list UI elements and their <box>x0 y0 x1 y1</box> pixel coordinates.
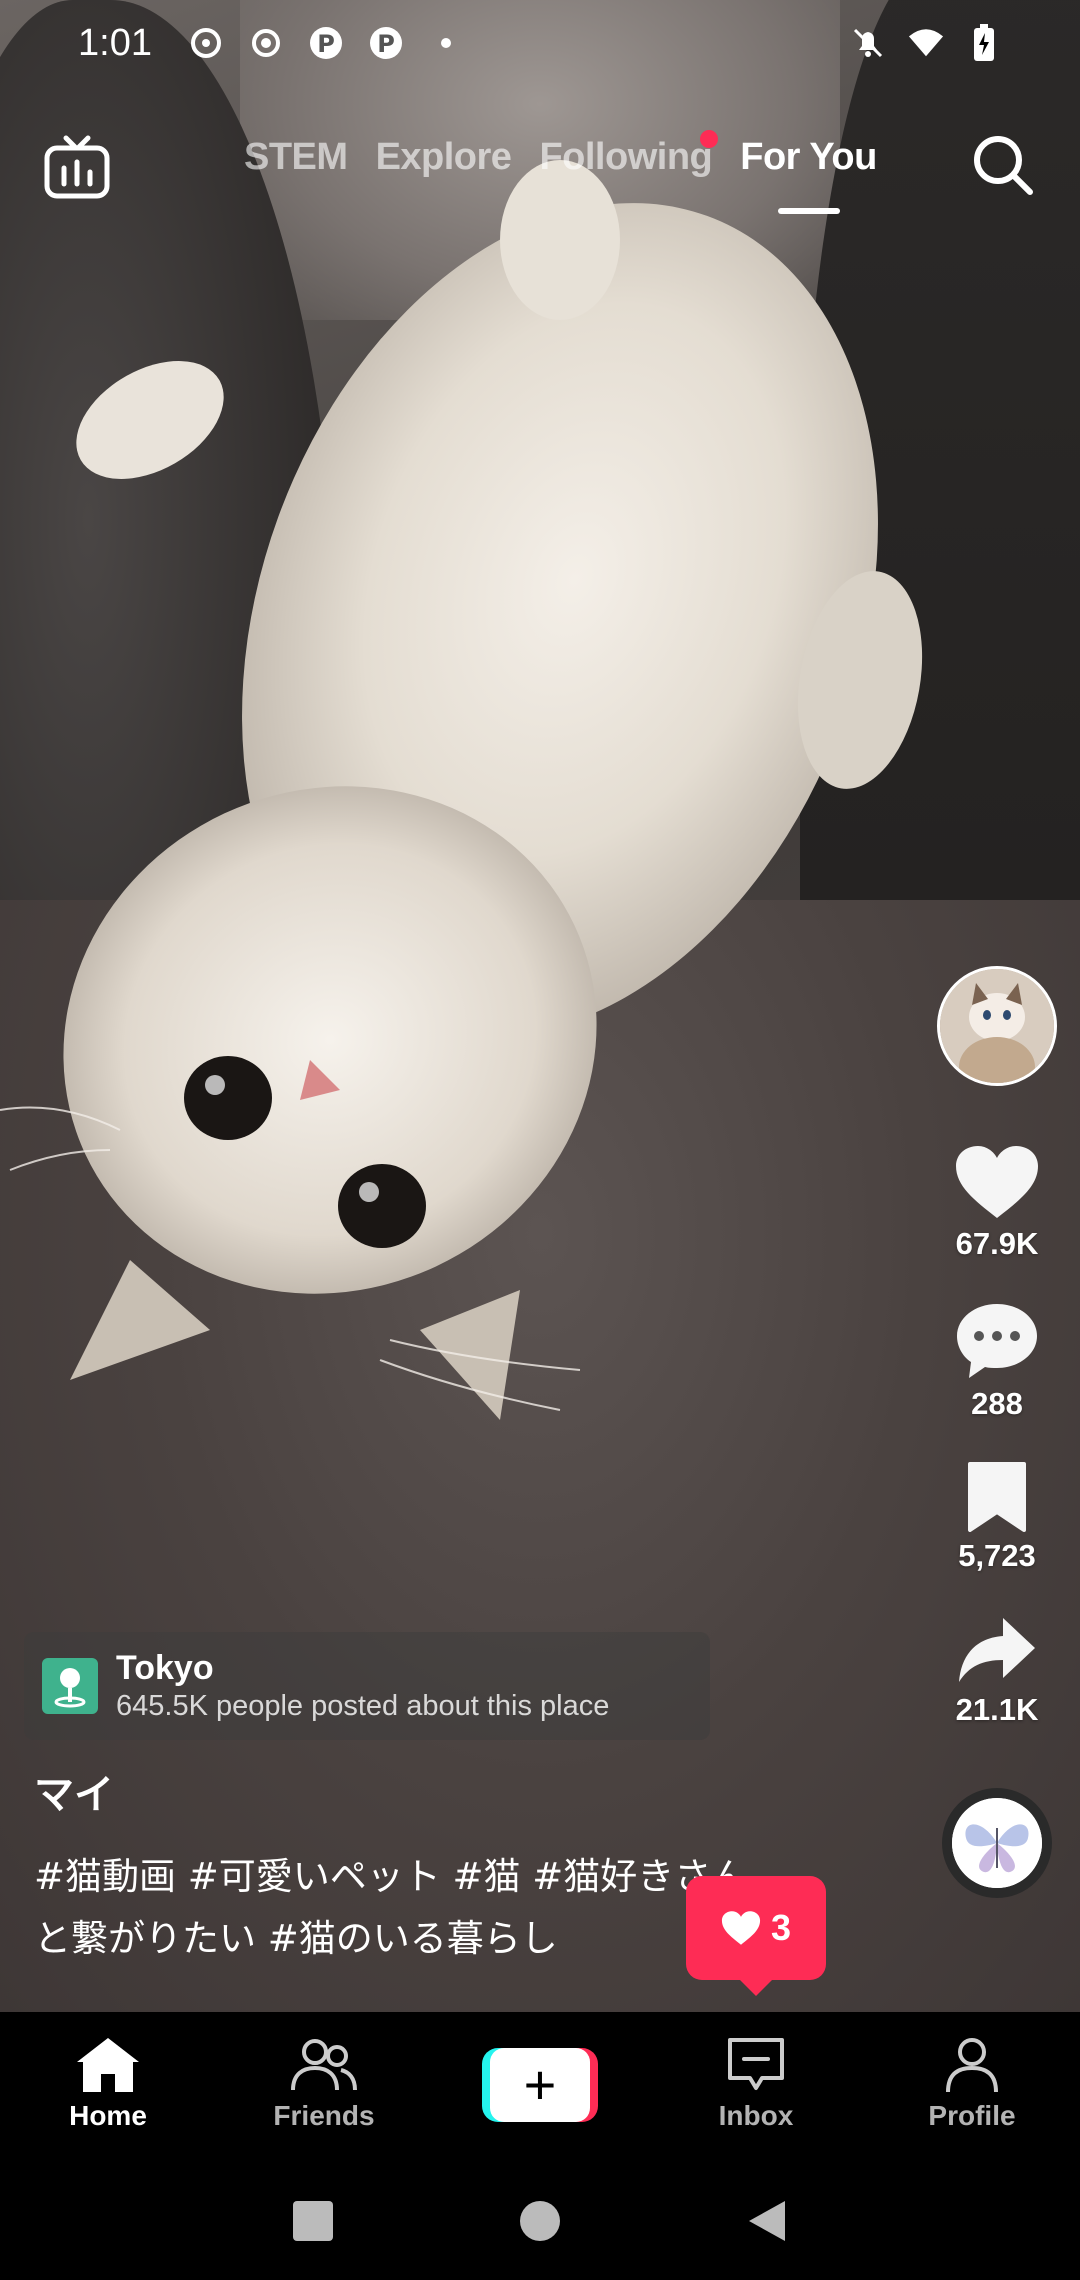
nav-profile[interactable]: Profile <box>864 2012 1080 2162</box>
location-subtitle: 645.5K people posted about this place <box>116 1690 610 1722</box>
threads-icon <box>188 25 224 61</box>
tab-stem[interactable]: STEM <box>244 136 348 179</box>
nav-home-label: Home <box>69 2100 147 2131</box>
tab-for-you[interactable]: For You <box>740 136 877 179</box>
save-button[interactable]: 5,723 <box>958 1460 1036 1574</box>
search-icon <box>974 136 1033 195</box>
comment-icon <box>957 1304 1037 1378</box>
create-button[interactable]: + <box>482 2048 598 2122</box>
recents-button[interactable] <box>291 2199 335 2243</box>
nav-create[interactable]: + <box>432 2012 648 2162</box>
feed-tabs: STEM Explore Following For You <box>244 130 877 179</box>
notification-dot <box>700 130 719 148</box>
heart-icon <box>956 1146 1038 1218</box>
save-count: 5,723 <box>958 1538 1036 1573</box>
nav-friends-label: Friends <box>273 2100 375 2131</box>
home-icon <box>77 2038 139 2092</box>
status-time: 1:01 <box>78 21 152 64</box>
share-icon <box>958 1618 1035 1682</box>
wifi-icon <box>908 25 944 61</box>
system-navigation-bar <box>0 2162 1080 2280</box>
pinterest-icon: P <box>368 25 404 61</box>
tv-icon <box>44 135 110 199</box>
inbox-icon <box>728 2038 784 2090</box>
back-button[interactable] <box>745 2199 789 2243</box>
status-bar: 1:01 P P <box>0 0 1080 86</box>
profile-icon <box>946 2038 998 2093</box>
nav-inbox[interactable]: Inbox <box>648 2012 864 2162</box>
pinterest-icon: P <box>308 25 344 61</box>
butterfly-icon <box>952 1798 1042 1888</box>
dot-icon <box>428 25 464 61</box>
bookmark-icon <box>967 1462 1026 1532</box>
like-notification-bubble[interactable]: 3 <box>686 1876 826 1980</box>
live-tv-button[interactable] <box>42 132 112 202</box>
cat-avatar-image <box>940 969 1054 1083</box>
comment-count: 288 <box>971 1386 1023 1421</box>
author-name[interactable]: マイ <box>34 1762 114 1820</box>
location-card[interactable]: Tokyo 645.5K people posted about this pl… <box>24 1632 710 1740</box>
like-button[interactable]: 67.9K <box>954 1144 1040 1262</box>
tab-following-label: Following <box>539 136 713 178</box>
location-name: Tokyo <box>116 1649 214 1687</box>
nav-home[interactable]: Home <box>0 2012 216 2162</box>
nav-inbox-label: Inbox <box>718 2100 794 2131</box>
like-notification-count: 3 <box>770 1907 792 1948</box>
search-button[interactable] <box>968 130 1038 200</box>
top-navigation: STEM Explore Following For You <box>0 120 1080 230</box>
share-count: 21.1K <box>955 1692 1039 1727</box>
friends-icon <box>291 2039 357 2091</box>
share-button[interactable]: 21.1K <box>955 1614 1039 1728</box>
sound-disc[interactable] <box>942 1788 1052 1898</box>
like-count: 67.9K <box>955 1226 1039 1261</box>
tab-explore[interactable]: Explore <box>376 136 512 179</box>
home-system-button[interactable] <box>518 2199 562 2243</box>
svg-text:P: P <box>317 30 335 58</box>
plus-icon: + <box>523 2053 557 2116</box>
mute-bell-icon <box>850 25 886 61</box>
record-icon <box>248 25 284 61</box>
nav-profile-label: Profile <box>928 2100 1016 2131</box>
heart-icon <box>721 1911 761 1945</box>
svg-text:P: P <box>377 30 395 58</box>
battery-charging-icon <box>966 24 1002 61</box>
location-pin-icon <box>42 1658 98 1714</box>
comment-button[interactable]: 288 <box>955 1302 1039 1422</box>
creator-avatar[interactable] <box>937 966 1057 1086</box>
action-rail: 67.9K 288 5,723 21.1K <box>932 966 1062 1898</box>
tab-following[interactable]: Following <box>539 130 719 179</box>
bottom-navigation: Home Friends + Inbox Profile <box>0 2012 1080 2162</box>
nav-friends[interactable]: Friends <box>216 2012 432 2162</box>
